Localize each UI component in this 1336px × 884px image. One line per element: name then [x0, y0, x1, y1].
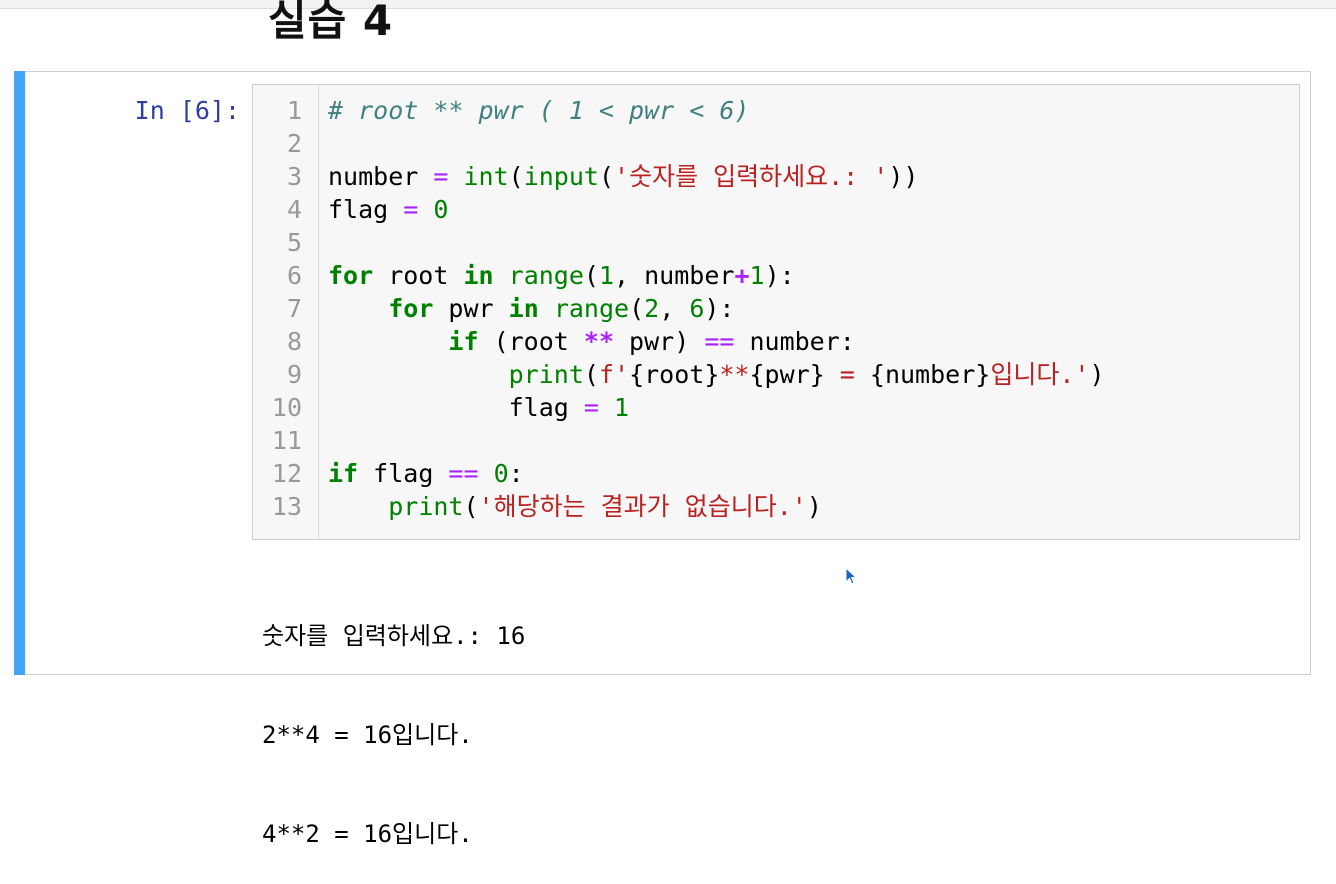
- code-line-13[interactable]: print('해당하는 결과가 없습니다.'): [328, 490, 822, 523]
- code-token: (: [463, 492, 479, 521]
- code-token: 0: [493, 459, 509, 488]
- code-token: {number}: [869, 360, 991, 389]
- code-token: ==: [448, 459, 479, 488]
- code-token: input: [523, 162, 599, 191]
- code-token: number:: [734, 327, 855, 356]
- code-token: **: [583, 327, 614, 356]
- code-token: print: [388, 492, 464, 521]
- code-token: 1: [614, 393, 630, 422]
- cell-output: 숫자를 입력하세요.: 16 2**4 = 16입니다. 4**2 = 16입니…: [262, 554, 525, 884]
- code-token: , number: [614, 261, 735, 290]
- code-line-9[interactable]: print(f'{root}**{pwr} = {number}입니다.'): [328, 358, 1105, 391]
- code-token: (: [508, 162, 524, 191]
- code-line-3[interactable]: number = int(input('숫자를 입력하세요.: ')): [328, 160, 918, 193]
- line-number: 5: [286, 228, 302, 257]
- code-line-10[interactable]: flag = 1: [328, 391, 629, 424]
- comment: # root ** pwr ( 1 < pwr < 6): [328, 96, 750, 125]
- code-token: {pwr}: [749, 360, 825, 389]
- code-token: pwr: [433, 294, 509, 323]
- code-token: 2: [644, 294, 660, 323]
- code-token: =: [568, 393, 614, 422]
- code-token: 6: [689, 294, 705, 323]
- line-number: 11: [271, 426, 302, 455]
- code-token: ,: [659, 294, 690, 323]
- code-token: 0: [433, 195, 449, 224]
- code-token: root: [373, 261, 464, 290]
- code-token: =: [388, 195, 434, 224]
- output-line: 2**4 = 16입니다.: [262, 721, 473, 749]
- code-token: (: [598, 162, 615, 191]
- line-number: 10: [271, 393, 302, 422]
- code-token: flag: [358, 459, 449, 488]
- code-token: for: [388, 294, 434, 323]
- code-token: for: [328, 261, 374, 290]
- code-token: (: [583, 261, 599, 290]
- code-token: 1: [598, 261, 615, 290]
- code-token: in: [508, 294, 539, 323]
- output-line: 4**2 = 16입니다.: [262, 820, 473, 848]
- code-line-4[interactable]: flag = 0: [328, 193, 448, 226]
- cell-selection-indicator: [14, 71, 25, 675]
- code-line-8[interactable]: if (root ** pwr) == number:: [328, 325, 855, 358]
- code-token: ==: [704, 327, 735, 356]
- code-token: ):: [764, 261, 795, 290]
- code-line-12[interactable]: if flag == 0:: [328, 457, 524, 490]
- code-token: {root}: [629, 360, 720, 389]
- top-toolbar-edge: [0, 0, 1336, 9]
- input-prompt: In [6]:: [134, 96, 240, 125]
- code-token: in: [463, 261, 494, 290]
- line-number: 3: [286, 162, 302, 191]
- code-token: print: [508, 360, 584, 389]
- code-token: ): [806, 492, 822, 521]
- code-token: **: [719, 360, 750, 389]
- code-token: =: [418, 162, 464, 191]
- line-number: 8: [286, 327, 302, 356]
- code-token: (root: [478, 327, 584, 356]
- code-token: :: [508, 459, 524, 488]
- code-token: int: [463, 162, 509, 191]
- code-token: )): [888, 162, 919, 191]
- line-number: 1: [286, 96, 302, 125]
- code-token: if: [328, 459, 359, 488]
- line-number: 12: [271, 459, 302, 488]
- code-line-7[interactable]: for pwr in range(2, 6):: [328, 292, 734, 325]
- code-line-6[interactable]: for root in range(1, number+1):: [328, 259, 795, 292]
- code-token: +: [734, 261, 750, 290]
- code-token: number: [328, 162, 419, 191]
- code-token: (: [629, 294, 645, 323]
- line-number: 6: [286, 261, 302, 290]
- code-line-1[interactable]: # root ** pwr ( 1 < pwr < 6): [328, 94, 749, 127]
- line-number: 7: [286, 294, 302, 323]
- code-token: '숫자를 입력하세요.: ': [614, 162, 889, 191]
- code-token: range: [508, 261, 584, 290]
- output-line: 숫자를 입력하세요.: 16: [262, 622, 526, 650]
- code-token: flag: [508, 393, 569, 422]
- code-token: 입니다.': [990, 360, 1090, 389]
- code-token: '해당하는 결과가 없습니다.': [478, 492, 807, 521]
- line-number: 13: [271, 492, 302, 521]
- section-heading: 실습 4: [268, 0, 394, 45]
- code-token: pwr): [614, 327, 705, 356]
- code-token: (: [583, 360, 599, 389]
- line-number: 9: [286, 360, 302, 389]
- line-number: 2: [286, 129, 302, 158]
- code-token: =: [824, 360, 870, 389]
- line-number: 4: [286, 195, 302, 224]
- code-token: f': [598, 360, 630, 389]
- code-token: flag: [328, 195, 389, 224]
- code-token: range: [553, 294, 630, 323]
- mouse-pointer-icon: [845, 567, 858, 585]
- code-token: ):: [704, 294, 735, 323]
- code-token: if: [448, 327, 479, 356]
- code-token: ): [1089, 360, 1105, 389]
- code-token: 1: [749, 261, 765, 290]
